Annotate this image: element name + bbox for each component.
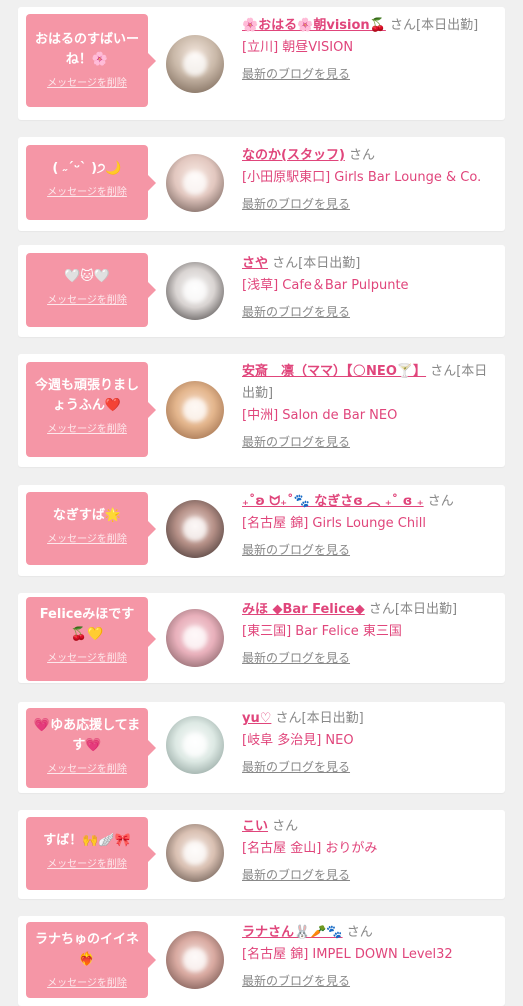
message-bubble: なぎすば🌟 メッセージを削除 xyxy=(26,492,156,565)
message-text: ( ˶ˊᵕˋ )੭🌙 xyxy=(52,161,122,176)
shop-name: [名古屋 錦] IMPEL DOWN Level32 xyxy=(242,947,453,962)
shop-name: [東三国] Bar Felice 東三国 xyxy=(242,624,402,639)
user-name-link[interactable]: さや xyxy=(242,256,268,271)
message-text: なぎすば🌟 xyxy=(52,508,122,523)
user-name-link[interactable]: こい xyxy=(242,819,268,834)
avatar[interactable] xyxy=(166,262,224,320)
avatar[interactable] xyxy=(166,154,224,212)
list-item: 今週も頑張りましょうふん❤️ メッセージを削除 安斎 凛（ママ）【🌕NEO🍸】 … xyxy=(18,354,505,467)
user-status: さん xyxy=(346,925,373,940)
shop-name: [中洲] Salon de Bar NEO xyxy=(242,408,398,423)
list-item: 💗ゆあ応援してます💗 メッセージを削除 yu♡ さん[本日出勤] [岐阜 多治見… xyxy=(18,702,505,793)
user-name-link[interactable]: ラナさん🐰🥕🐾 xyxy=(242,925,343,940)
message-bubble: おはるのすばいーね！🌸 メッセージを削除 xyxy=(26,14,156,107)
latest-blog-link[interactable]: 最新のブログを見る xyxy=(242,65,350,82)
user-name-link[interactable]: みほ ◆Bar Felice◆ xyxy=(242,602,365,617)
delete-message-link[interactable]: メッセージを削除 xyxy=(47,183,127,198)
latest-blog-link[interactable]: 最新のブログを見る xyxy=(242,303,350,320)
latest-blog-link[interactable]: 最新のブログを見る xyxy=(242,972,350,989)
user-name-link[interactable]: なのか(スタッフ) xyxy=(242,148,345,163)
message-text: Feliceみほです🍒💛 xyxy=(39,607,135,642)
avatar[interactable] xyxy=(166,609,224,667)
avatar[interactable] xyxy=(166,500,224,558)
message-text: 🤍🐱🤍 xyxy=(64,269,110,284)
delete-message-link[interactable]: メッセージを削除 xyxy=(47,760,127,775)
shop-name: [名古屋 錦] Girls Lounge Chill xyxy=(242,516,426,531)
message-text: ラナちゅのイイネ❤️‍🔥 xyxy=(34,932,139,967)
user-status: さん[本日出勤] xyxy=(272,256,361,271)
message-bubble: 今週も頑張りましょうふん❤️ メッセージを削除 xyxy=(26,362,156,457)
message-bubble: Feliceみほです🍒💛 メッセージを削除 xyxy=(26,597,156,681)
message-bubble: 🤍🐱🤍 メッセージを削除 xyxy=(26,253,156,327)
avatar[interactable] xyxy=(166,716,224,774)
message-text: すば！🙌🪽🎀 xyxy=(43,833,131,848)
delete-message-link[interactable]: メッセージを削除 xyxy=(47,855,127,870)
user-status: さん xyxy=(349,148,376,163)
user-info: さや さん[本日出勤] [浅草] Cafe＆Bar Pulpunte 最新のブロ… xyxy=(242,253,497,320)
delete-message-link[interactable]: メッセージを削除 xyxy=(47,974,127,989)
user-status: さん[本日出勤] xyxy=(275,711,364,726)
avatar[interactable] xyxy=(166,931,224,989)
list-item: なぎすば🌟 メッセージを削除 ₊˚ʚ ᗢ₊˚🐾 なぎさɞ ︵ ₊˚ ɞ ₊ さん… xyxy=(18,485,505,576)
user-info: ラナさん🐰🥕🐾 さん [名古屋 錦] IMPEL DOWN Level32 最新… xyxy=(242,922,497,989)
latest-blog-link[interactable]: 最新のブログを見る xyxy=(242,758,350,775)
message-text: 今週も頑張りましょうふん❤️ xyxy=(34,378,139,413)
latest-blog-link[interactable]: 最新のブログを見る xyxy=(242,866,350,883)
avatar[interactable] xyxy=(166,381,224,439)
user-name-link[interactable]: ₊˚ʚ ᗢ₊˚🐾 なぎさɞ ︵ ₊˚ ɞ ₊ xyxy=(242,494,424,509)
user-info: 🌸おはる🌸朝vision🍒 さん[本日出勤] [立川] 朝昼VISION 最新の… xyxy=(242,15,497,82)
user-info: yu♡ さん[本日出勤] [岐阜 多治見] NEO 最新のブログを見る xyxy=(242,708,497,775)
delete-message-link[interactable]: メッセージを削除 xyxy=(47,420,127,435)
shop-name: [岐阜 多治見] NEO xyxy=(242,733,354,748)
user-info: こい さん [名古屋 金山] おりがみ 最新のブログを見る xyxy=(242,816,497,883)
list-item: おはるのすばいーね！🌸 メッセージを削除 🌸おはる🌸朝vision🍒 さん[本日… xyxy=(18,7,505,120)
list-item: ( ˶ˊᵕˋ )੭🌙 メッセージを削除 なのか(スタッフ) さん [小田原駅東口… xyxy=(18,137,505,231)
user-status: さん[本日出勤] xyxy=(390,18,479,33)
user-info: ₊˚ʚ ᗢ₊˚🐾 なぎさɞ ︵ ₊˚ ɞ ₊ さん [名古屋 錦] Girls … xyxy=(242,491,497,558)
user-name-link[interactable]: 🌸おはる🌸朝vision🍒 xyxy=(242,18,386,33)
user-name-link[interactable]: 安斎 凛（ママ）【🌕NEO🍸】 xyxy=(242,364,426,379)
shop-name: [小田原駅東口] Girls Bar Lounge & Co. xyxy=(242,170,482,185)
user-info: みほ ◆Bar Felice◆ さん[本日出勤] [東三国] Bar Felic… xyxy=(242,599,497,666)
latest-blog-link[interactable]: 最新のブログを見る xyxy=(242,541,350,558)
delete-message-link[interactable]: メッセージを削除 xyxy=(47,649,127,664)
latest-blog-link[interactable]: 最新のブログを見る xyxy=(242,649,350,666)
delete-message-link[interactable]: メッセージを削除 xyxy=(47,74,127,89)
user-status: さん xyxy=(272,819,299,834)
message-text: おはるのすばいーね！🌸 xyxy=(34,32,139,67)
shop-name: [浅草] Cafe＆Bar Pulpunte xyxy=(242,278,409,293)
user-info: 安斎 凛（ママ）【🌕NEO🍸】 さん[本日出勤] [中洲] Salon de B… xyxy=(242,361,497,450)
list-item: Feliceみほです🍒💛 メッセージを削除 みほ ◆Bar Felice◆ さん… xyxy=(18,593,505,683)
latest-blog-link[interactable]: 最新のブログを見る xyxy=(242,433,350,450)
message-bubble: 💗ゆあ応援してます💗 メッセージを削除 xyxy=(26,708,156,788)
user-status: さん[本日出勤] xyxy=(368,602,458,617)
message-bubble: すば！🙌🪽🎀 メッセージを削除 xyxy=(26,817,156,890)
message-bubble: ラナちゅのイイネ❤️‍🔥 メッセージを削除 xyxy=(26,922,156,998)
user-status: さん xyxy=(427,494,454,509)
list-item: ラナちゅのイイネ❤️‍🔥 メッセージを削除 ラナさん🐰🥕🐾 さん [名古屋 錦]… xyxy=(18,916,505,1006)
user-name-link[interactable]: yu♡ xyxy=(242,711,271,726)
shop-name: [立川] 朝昼VISION xyxy=(242,40,354,55)
delete-message-link[interactable]: メッセージを削除 xyxy=(47,530,127,545)
latest-blog-link[interactable]: 最新のブログを見る xyxy=(242,195,350,212)
shop-name: [名古屋 金山] おりがみ xyxy=(242,841,378,856)
avatar[interactable] xyxy=(166,824,224,882)
delete-message-link[interactable]: メッセージを削除 xyxy=(47,291,127,306)
message-text: 💗ゆあ応援してます💗 xyxy=(33,718,141,753)
avatar[interactable] xyxy=(166,35,224,93)
user-info: なのか(スタッフ) さん [小田原駅東口] Girls Bar Lounge &… xyxy=(242,145,497,212)
message-bubble: ( ˶ˊᵕˋ )੭🌙 メッセージを削除 xyxy=(26,145,156,220)
list-item: 🤍🐱🤍 メッセージを削除 さや さん[本日出勤] [浅草] Cafe＆Bar P… xyxy=(18,245,505,337)
list-item: すば！🙌🪽🎀 メッセージを削除 こい さん [名古屋 金山] おりがみ 最新のブ… xyxy=(18,810,505,899)
